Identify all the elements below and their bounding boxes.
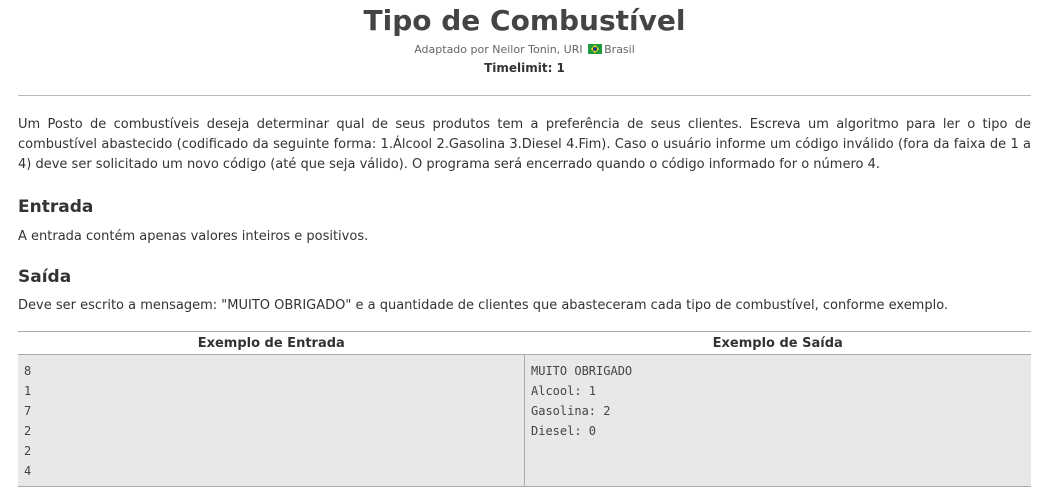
author-text: Adaptado por Neilor Tonin, URI (414, 43, 583, 56)
example-output-line: Gasolina: 2 (531, 404, 611, 418)
output-heading: Saída (18, 267, 72, 287)
example-output-line: MUITO OBRIGADO (531, 364, 633, 378)
example-output-line: Diesel: 0 (531, 424, 597, 438)
country-name: Brasil (604, 43, 635, 56)
problem-page: Tipo de Combustível Adaptado por Neilor … (18, 0, 1031, 487)
example-input-line: 4 (24, 464, 32, 478)
example-input-line: 2 (24, 444, 32, 458)
example-input-line: 8 (24, 364, 32, 378)
example-input-line: 2 (24, 424, 32, 438)
input-description: A entrada contém apenas valores inteiros… (18, 229, 369, 244)
example-input-cell: 8 1 7 2 2 4 (18, 354, 525, 487)
example-output-header: Exemplo de Saída (524, 331, 1031, 355)
examples-table: Exemplo de Entrada Exemplo de Saída 8 1 … (18, 331, 1031, 487)
problem-description: Um Posto de combustíveis deseja determin… (18, 117, 1031, 172)
author-line: Adaptado por Neilor Tonin, URI Brasil (18, 42, 1031, 58)
brazil-flag-icon (588, 44, 603, 54)
output-description: Deve ser escrito a mensagem: "MUITO OBRI… (18, 298, 949, 313)
example-input-line: 1 (24, 384, 32, 398)
example-output-cell: MUITO OBRIGADO Alcool: 1 Gasolina: 2 Die… (524, 354, 1031, 487)
problem-header: Tipo de Combustível Adaptado por Neilor … (18, 0, 1031, 76)
timelimit: Timelimit: 1 (484, 61, 565, 75)
example-input-header: Exemplo de Entrada (18, 331, 525, 355)
input-heading: Entrada (18, 197, 94, 217)
page-title: Tipo de Combustível (363, 4, 686, 37)
example-output-line: Alcool: 1 (531, 384, 597, 398)
example-input-line: 7 (24, 404, 32, 418)
header-divider (18, 95, 1031, 96)
